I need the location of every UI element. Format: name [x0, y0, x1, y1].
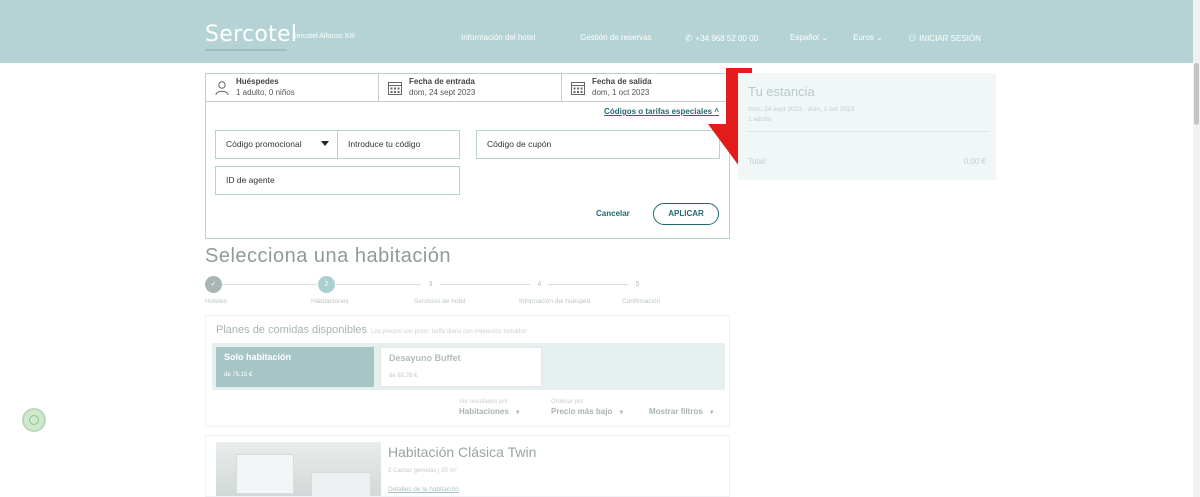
chevron-down-icon: ⌄ [876, 33, 883, 42]
promo-type-value: Código promocional [226, 139, 302, 149]
language-selector[interactable]: Español ⌄ [790, 33, 828, 42]
stay-guests: 1 adulto [748, 116, 772, 123]
room-name: Habitación Clásica Twin [388, 444, 537, 460]
meal-plans-heading: Planes de comidas disponibles [216, 324, 368, 336]
cancel-button[interactable]: Cancelar [596, 209, 630, 218]
booking-summary-bar: Huéspedes 1 adulto, 0 niños Fecha de ent… [206, 74, 729, 102]
chevron-down-icon: ⌄ [821, 33, 828, 42]
scrollbar-thumb[interactable] [1194, 63, 1199, 125]
meal-option-name: Solo habitación [224, 352, 292, 362]
apply-button[interactable]: APLICAR [653, 203, 719, 225]
view-results-label: Ver resultados por [459, 399, 508, 405]
nav-manage-reservations[interactable]: Gestión de reservas [580, 33, 652, 42]
step-1-label: Hoteles [205, 298, 228, 305]
guests-value: 1 adulto, 0 niños [236, 88, 295, 97]
step-connector [222, 284, 317, 285]
room-photo[interactable] [216, 442, 381, 496]
step-5-label: Confirmación [622, 298, 661, 305]
booking-panel: Huéspedes 1 adulto, 0 niños Fecha de ent… [205, 68, 770, 239]
meal-option-price: de 76,15 € [224, 372, 253, 378]
top-header: Sercotel Sercotel Alfonso XIII Informaci… [0, 0, 1200, 63]
guests-label: Huéspedes [236, 77, 279, 86]
stay-total-label: Total: [748, 157, 768, 166]
stay-total-value: 0,00 € [963, 157, 986, 166]
room-photo-window [236, 454, 294, 494]
step-connector [548, 284, 628, 285]
step-connector [440, 284, 530, 285]
phone-number: +34 968 52 00 00 [695, 34, 759, 43]
agent-id-input[interactable]: ID de agente [215, 166, 460, 195]
stay-title: Tu estancia [748, 84, 815, 99]
calendar-icon [388, 82, 402, 95]
checkin-value: dom, 24 sept 2023 [409, 88, 476, 97]
calendar-icon [571, 82, 585, 95]
special-codes-toggle[interactable]: Códigos o tarifas especiales ^ [604, 107, 719, 116]
checkout-label: Fecha de salida [592, 77, 652, 86]
coupon-code-input[interactable]: Código de cupón [476, 130, 720, 159]
promo-code-input[interactable]: Introduce tu código [337, 130, 460, 159]
stay-summary-card: Tu estancia dom, 24 sept 2023 - dom, 1 o… [738, 73, 996, 180]
promo-type-select[interactable]: Código promocional [215, 130, 338, 159]
currency-selector[interactable]: Euros ⌄ [853, 33, 883, 42]
booking-progress-steps: ✓ 2 3 4 5 Hoteles Habitaciones Servicios… [205, 276, 725, 306]
meal-plans-title: Planes de comidas disponibles Los precios… [216, 324, 527, 336]
step-2-dot[interactable]: 2 [318, 276, 335, 293]
step-3-dot: 3 [422, 276, 439, 293]
meal-option-breakfast[interactable]: Desayuno Buffet de 89,28 € [380, 347, 542, 387]
logo-underline [205, 49, 287, 51]
currency-label: Euros [853, 33, 874, 42]
page-content: Huéspedes 1 adulto, 0 niños Fecha de ent… [0, 63, 1200, 497]
sercotel-logo[interactable]: Sercotel [205, 22, 297, 47]
step-2-label: Habitaciones [311, 298, 349, 305]
show-filters-label: Mostrar filtros [649, 407, 703, 416]
checkin-date-picker[interactable]: Fecha de entrada dom, 24 sept 2023 [379, 74, 559, 102]
login-label: INICIAR SESIÓN [919, 34, 981, 43]
hotel-name: Sercotel Alfonso XIII [292, 33, 356, 40]
room-photo-bed [311, 472, 371, 496]
user-icon: ⚇ [908, 33, 917, 43]
guests-selector[interactable]: Huéspedes 1 adulto, 0 niños [206, 74, 376, 102]
special-codes-label: Códigos o tarifas especiales [604, 107, 713, 116]
view-results-value: Habitaciones [459, 407, 509, 416]
sort-by-select[interactable]: Ordenar por Precio más bajo ▼ [551, 399, 624, 416]
caret-down-icon: ▼ [708, 410, 715, 416]
step-5-dot: 5 [629, 276, 646, 293]
meal-plans-note: Los precios son prom. tarifa diaria con … [371, 329, 527, 335]
step-connector [336, 284, 421, 285]
sort-by-value: Precio más bajo [551, 407, 613, 416]
step-4-dot: 4 [531, 276, 548, 293]
checkin-label: Fecha de entrada [409, 77, 475, 86]
meal-options-band: Solo habitación de 76,15 € Desayuno Buff… [212, 343, 725, 390]
show-filters-button[interactable]: Mostrar filtros ▼ [649, 399, 715, 416]
room-meta: 2 Camas gemelas | 25 m² [388, 468, 457, 474]
meal-option-name: Desayuno Buffet [389, 353, 461, 363]
checkout-value: dom, 1 oct 2023 [592, 88, 650, 97]
stay-dates: dom, 24 sept 2023 - dom, 1 oct 2023 [748, 106, 855, 113]
language-label: Español [790, 33, 819, 42]
person-icon [215, 81, 229, 96]
page-title: Selecciona una habitación [205, 245, 452, 267]
step-3-label: Servicios de hotel [414, 298, 466, 305]
room-details-link[interactable]: Detalles de la habitación [388, 486, 459, 493]
chat-icon [29, 415, 39, 425]
nav-hotel-info[interactable]: Información del hotel [461, 33, 535, 42]
nav-phone[interactable]: ✆ +34 968 52 00 00 [685, 33, 758, 44]
checkout-date-picker[interactable]: Fecha de salida dom, 1 oct 2023 [562, 74, 729, 102]
caret-down-icon: ▼ [514, 410, 521, 416]
room-card: Habitación Clásica Twin 2 Camas gemelas … [205, 435, 730, 497]
login-link[interactable]: ⚇ INICIAR SESIÓN [908, 33, 981, 44]
divider [748, 131, 988, 132]
step-4-label: Información del huésped [519, 298, 591, 305]
chat-widget-button[interactable] [22, 408, 46, 432]
view-results-select[interactable]: Ver resultados por Habitaciones ▼ [459, 399, 521, 416]
step-1-dot[interactable]: ✓ [205, 276, 222, 293]
sort-by-label: Ordenar por [551, 399, 584, 405]
phone-icon: ✆ [685, 33, 693, 43]
meal-plans-section: Planes de comidas disponibles Los precios… [205, 315, 730, 427]
meal-option-price: de 89,28 € [389, 373, 418, 379]
caret-down-icon [321, 141, 329, 146]
caret-down-icon: ▼ [618, 410, 625, 416]
meal-option-room-only[interactable]: Solo habitación de 76,15 € [216, 347, 374, 387]
